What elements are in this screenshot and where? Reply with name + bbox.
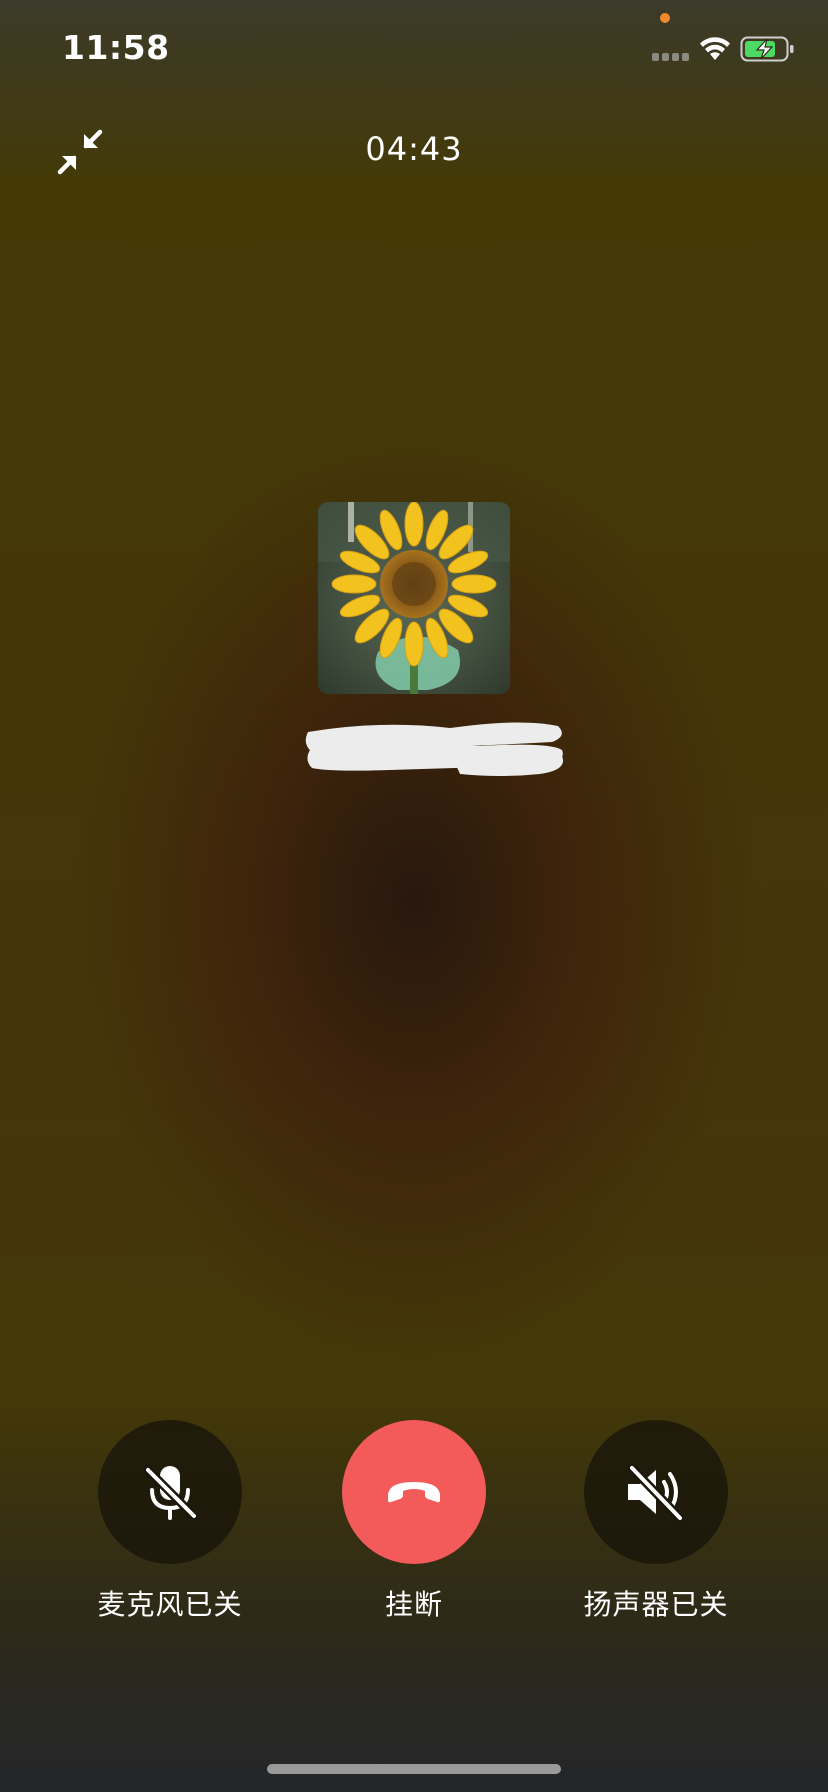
minimize-call-button[interactable] [54, 126, 106, 178]
redaction-scribble [305, 722, 564, 776]
status-time: 11:58 [62, 28, 170, 67]
contact-avatar [318, 502, 510, 694]
status-bar: 11:58 [0, 0, 828, 100]
call-duration: 04:43 [365, 130, 463, 168]
microphone-label: 麦克风已关 [97, 1588, 243, 1621]
wifi-icon [700, 37, 730, 60]
microphone-control: 麦克风已关 [70, 1418, 270, 1628]
microphone-toggle-button[interactable] [98, 1420, 242, 1564]
hangup-label: 挂断 [384, 1588, 443, 1621]
speaker-muted-icon [627, 1463, 685, 1523]
battery-charging-icon [740, 36, 794, 62]
hangup-control: 挂断 [314, 1418, 514, 1628]
speaker-label: 扬声器已关 [583, 1588, 729, 1621]
speaker-control: 扬声器已关 [556, 1418, 756, 1628]
contact-name: 李卓轩 [300, 712, 570, 782]
sunflower-image [318, 502, 510, 694]
voice-call-screen: 11:58 04:43 麦克风已关 挂断 扬声器已关 [0, 0, 828, 1792]
home-indicator[interactable] [267, 1764, 561, 1774]
cellular-signal-icon [652, 53, 689, 61]
phone-hangup-icon [388, 1482, 440, 1503]
microphone-muted-icon [143, 1465, 199, 1521]
microphone-in-use-indicator [660, 13, 670, 23]
speaker-toggle-button[interactable] [584, 1420, 728, 1564]
collapse-arrows-icon [57, 129, 103, 175]
hangup-button[interactable] [342, 1420, 486, 1564]
